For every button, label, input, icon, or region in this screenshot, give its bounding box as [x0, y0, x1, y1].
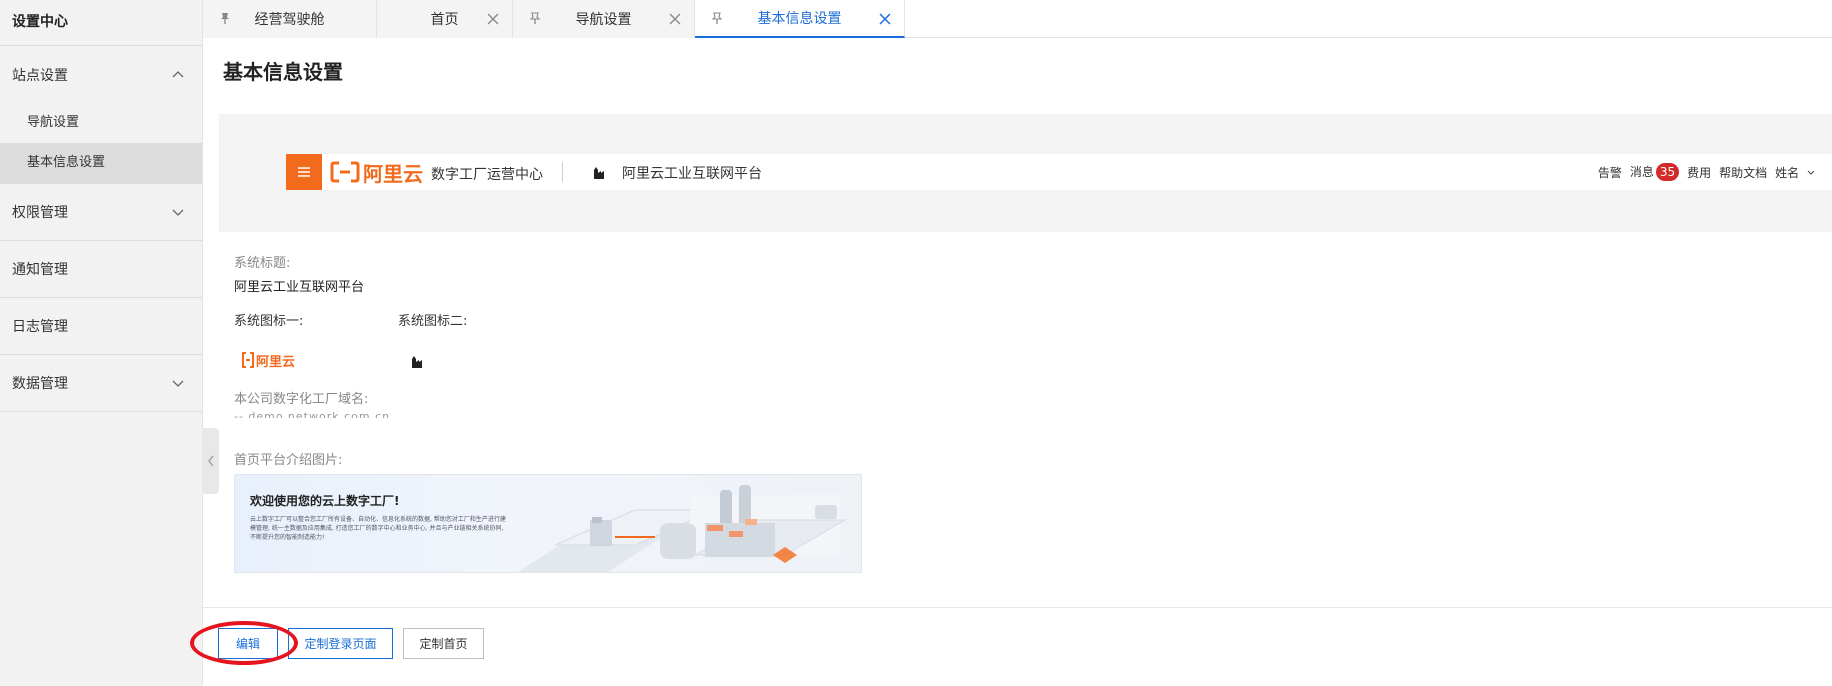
intro-image-label: 首页平台介绍图片:: [234, 453, 343, 468]
tab-label: 经营驾驶舱: [254, 12, 325, 28]
alarm-link: 告警: [1597, 165, 1622, 180]
sidebar-title: 设置中心: [0, 0, 202, 46]
system-title-label: 系统标题:: [234, 256, 291, 271]
factory-illustration: [518, 485, 847, 572]
edit-button[interactable]: 编辑: [218, 628, 278, 659]
sidebar-group-notifications[interactable]: 通知管理: [0, 241, 202, 298]
message-link: 消息 35: [1630, 163, 1680, 181]
tab-basic-info-settings[interactable]: 基本信息设置: [695, 0, 905, 38]
form-divider: [203, 607, 1832, 608]
sidebar-item-nav-settings[interactable]: 导航设置: [0, 103, 202, 143]
system-icon1-image: 阿里云: [240, 350, 295, 370]
sidebar-group-data[interactable]: 数据管理: [0, 355, 202, 412]
header-divider: [562, 162, 563, 182]
chevron-down-icon: [172, 380, 184, 387]
system-icon2-label: 系统图标二:: [398, 314, 468, 329]
app-root: 设置中心 站点设置 导航设置 基本信息设置 权限管理 通知管理 日志管理 数据管…: [0, 0, 1832, 686]
tab-label: 基本信息设置: [757, 11, 842, 27]
preview-header-bar: 阿里云 数字工厂运营中心 阿里云工业互联网平台 告警 消息 35 费用 帮助文档 …: [286, 154, 1832, 190]
hamburger-menu-icon: [286, 154, 322, 190]
icon1-logo-text: 阿里云: [256, 354, 296, 370]
header-preview: 阿里云 数字工厂运营中心 阿里云工业互联网平台 告警 消息 35 费用 帮助文档 …: [219, 114, 1832, 232]
banner-title: 欢迎使用您的云上数字工厂!: [250, 494, 400, 508]
preview-platform-name: 阿里云工业互联网平台: [622, 166, 762, 182]
custom-home-page-button[interactable]: 定制首页: [403, 628, 484, 659]
tab-label: 导航设置: [575, 12, 632, 28]
logo-text: 阿里云: [363, 161, 423, 186]
chevron-down-icon: [172, 209, 184, 216]
sidebar-item-basic-info-settings[interactable]: 基本信息设置: [0, 143, 202, 183]
chevron-up-icon: [172, 70, 184, 77]
factory-icon: [594, 167, 604, 179]
tab-home[interactable]: 首页: [377, 0, 513, 38]
sidebar-group-logs[interactable]: 日志管理: [0, 298, 202, 355]
aliyun-logo: 阿里云: [330, 159, 423, 186]
aliyun-bracket-icon: [330, 161, 360, 183]
sidebar-group-label: 日志管理: [12, 319, 68, 335]
sidebar-group-label: 数据管理: [12, 376, 68, 392]
sidebar: 设置中心 站点设置 导航设置 基本信息设置 权限管理 通知管理 日志管理 数据管…: [0, 0, 203, 686]
close-icon[interactable]: [878, 12, 892, 26]
system-icon1-label: 系统图标一:: [234, 314, 304, 329]
message-count-badge: 35: [1655, 163, 1680, 181]
close-icon[interactable]: [668, 12, 682, 26]
user-menu: 姓名: [1775, 164, 1816, 181]
sidebar-group-label: 站点设置: [12, 67, 68, 84]
chevron-down-icon: [1807, 170, 1815, 175]
tab-cockpit[interactable]: 经营驾驶舱: [203, 0, 377, 38]
page-title: 基本信息设置: [223, 60, 343, 84]
tab-bar: 经营驾驶舱 首页 导航设置 基本信息设置: [203, 0, 1832, 38]
banner-description: 云上数字工厂可以整合您工厂所有设备、自动化、信息化系统的数据, 帮助您对工厂和生…: [250, 516, 506, 541]
sidebar-group-label: 通知管理: [12, 262, 68, 278]
aliyun-bracket-icon: [242, 352, 254, 368]
sidebar-group-site-settings[interactable]: 站点设置: [0, 46, 202, 103]
main-content: 基本信息设置 阿里云 数字工厂运营中心 阿里云工业互联网平台 告警 消息 35 …: [203, 38, 1832, 686]
help-link: 帮助文档: [1719, 165, 1768, 180]
sidebar-submenu: 导航设置 基本信息设置: [0, 103, 202, 184]
sidebar-group-label: 权限管理: [12, 205, 68, 221]
factory-icon: [412, 356, 422, 368]
fee-link: 费用: [1687, 165, 1712, 180]
tab-nav-settings[interactable]: 导航设置: [513, 0, 695, 38]
preview-header-right: 告警 消息 35 费用 帮助文档 姓名: [1598, 163, 1816, 181]
intro-banner-image: 欢迎使用您的云上数字工厂! 云上数字工厂可以整合您工厂所有设备、自动化、信息化系…: [234, 474, 862, 573]
preview-subtitle: 数字工厂运营中心: [431, 167, 543, 183]
custom-login-page-button[interactable]: 定制登录页面: [288, 628, 393, 659]
close-icon[interactable]: [486, 12, 500, 26]
system-title-value: 阿里云工业互联网平台: [234, 280, 365, 295]
domain-value: -- demo.network.com.cn: [234, 410, 391, 418]
sidebar-group-permissions[interactable]: 权限管理: [0, 184, 202, 241]
domain-label: 本公司数字化工厂域名:: [234, 392, 369, 407]
